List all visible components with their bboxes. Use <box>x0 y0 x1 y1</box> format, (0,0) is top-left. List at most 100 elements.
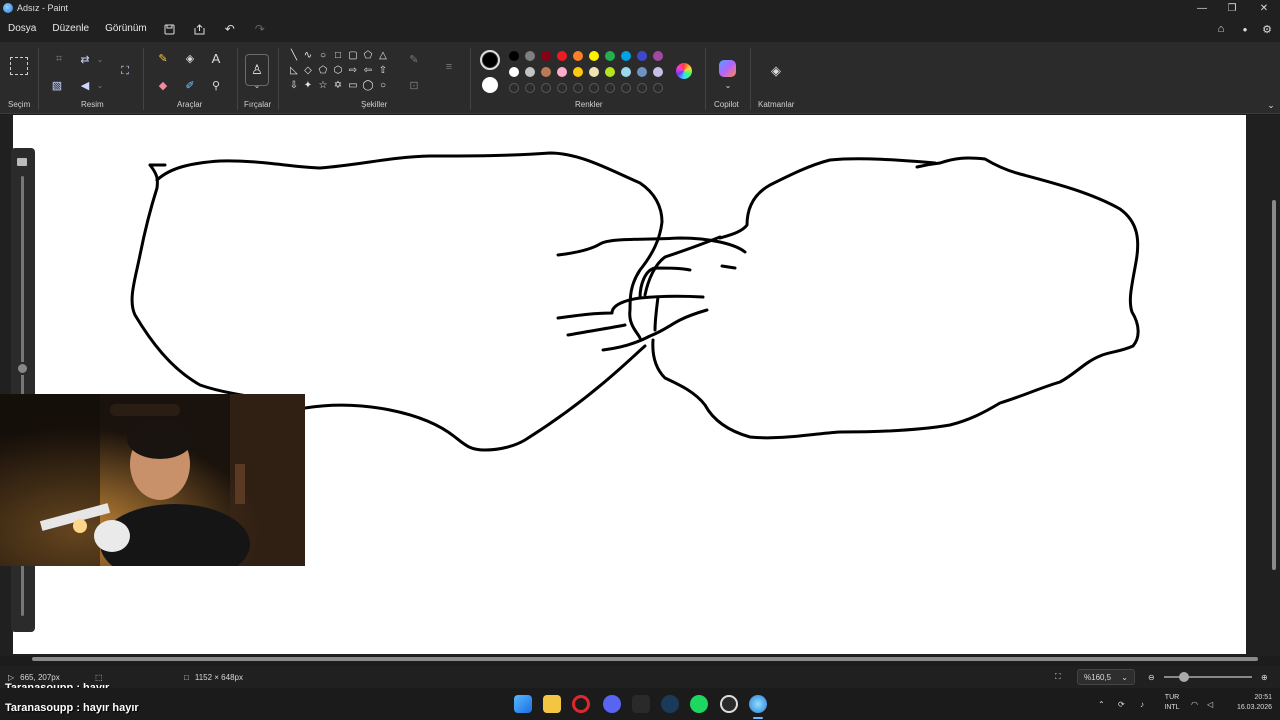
zoom-in-icon[interactable]: ⊕ <box>1261 666 1268 688</box>
chevron-down-icon[interactable]: ⌄ <box>91 50 109 68</box>
color-swatch[interactable] <box>573 67 583 77</box>
color-swatch[interactable] <box>621 67 631 77</box>
color-swatch[interactable] <box>525 51 535 61</box>
save-icon[interactable] <box>155 16 185 42</box>
custom-color-slot[interactable] <box>509 83 519 93</box>
zoom-out-icon[interactable]: ⊖ <box>1148 666 1155 688</box>
four-point-star-shape-icon[interactable]: ✦ <box>302 80 314 92</box>
fit-to-window-icon[interactable]: ⛶ <box>1055 666 1061 688</box>
color-swatch[interactable] <box>525 67 535 77</box>
hexagon-shape-icon[interactable]: ⬡ <box>332 65 344 77</box>
zoom-slider-track[interactable] <box>1164 676 1252 678</box>
down-arrow-shape-icon[interactable]: ⇩ <box>288 80 300 92</box>
six-point-star-shape-icon[interactable]: ✡ <box>332 80 344 92</box>
panel-icon[interactable] <box>17 158 27 166</box>
color-swatch[interactable] <box>589 51 599 61</box>
chevron-down-icon[interactable]: ⌄ <box>719 76 737 94</box>
opera-browser-icon[interactable] <box>572 695 590 713</box>
zoom-slider-thumb[interactable] <box>1179 672 1189 682</box>
eraser-icon[interactable]: ◆ <box>154 76 172 94</box>
edit-colors-icon[interactable] <box>676 63 692 79</box>
custom-color-slot[interactable] <box>621 83 631 93</box>
color-picker-icon[interactable]: ✐ <box>181 76 199 94</box>
copilot-icon[interactable] <box>719 60 736 77</box>
account-icon[interactable]: ● <box>1234 16 1256 42</box>
curve-shape-icon[interactable]: ∿ <box>302 50 314 62</box>
custom-color-slot[interactable] <box>557 83 567 93</box>
custom-color-slot[interactable] <box>653 83 663 93</box>
oval-shape-icon[interactable]: ○ <box>317 50 329 62</box>
steam-icon[interactable] <box>661 695 679 713</box>
triangle-shape-icon[interactable]: △ <box>377 50 389 62</box>
polygon-shape-icon[interactable]: ⬠ <box>362 50 374 62</box>
right-arrow-shape-icon[interactable]: ⇨ <box>347 65 359 77</box>
crop-icon[interactable]: ⌗ <box>50 50 68 68</box>
line-shape-icon[interactable]: ╲ <box>288 50 300 62</box>
color-swatch[interactable] <box>605 51 615 61</box>
five-point-star-shape-icon[interactable]: ☆ <box>317 80 329 92</box>
redo-icon[interactable]: ↷ <box>245 16 275 42</box>
custom-color-slot[interactable] <box>525 83 535 93</box>
pentagon-shape-icon[interactable]: ⬠ <box>317 65 329 77</box>
drawing-canvas[interactable] <box>13 115 1246 654</box>
secondary-color-swatch[interactable] <box>482 77 498 93</box>
custom-color-slot[interactable] <box>605 83 615 93</box>
color-swatch[interactable] <box>637 51 647 61</box>
color-swatch[interactable] <box>653 67 663 77</box>
up-arrow-shape-icon[interactable]: ⇧ <box>377 65 389 77</box>
custom-color-slot[interactable] <box>573 83 583 93</box>
color-swatch[interactable] <box>557 67 567 77</box>
background-removal-icon[interactable]: ▧ <box>48 76 66 94</box>
magnifier-icon[interactable]: ⚲ <box>207 76 225 94</box>
color-swatch[interactable] <box>541 51 551 61</box>
callout-rect-shape-icon[interactable]: ▭ <box>347 80 359 92</box>
undo-icon[interactable]: ↶ <box>215 16 245 42</box>
windows-start-icon[interactable] <box>514 695 532 713</box>
primary-color-button[interactable] <box>480 50 500 70</box>
selection-rectangle-icon[interactable] <box>10 57 28 75</box>
fill-icon[interactable]: ⊡ <box>405 76 423 94</box>
chevron-down-icon[interactable]: ⌄ <box>91 76 109 94</box>
restore-icon[interactable]: ❐ <box>1216 0 1248 16</box>
callout-cloud-shape-icon[interactable]: ○ <box>377 80 389 92</box>
left-arrow-shape-icon[interactable]: ⇦ <box>362 65 374 77</box>
discord-icon[interactable] <box>603 695 621 713</box>
color-swatch[interactable] <box>653 51 663 61</box>
settings-gear-icon[interactable]: ⚙ <box>1256 16 1278 42</box>
custom-color-slot[interactable] <box>637 83 647 93</box>
color-swatch[interactable] <box>541 67 551 77</box>
microphone-icon[interactable]: ♪ <box>1140 688 1144 720</box>
video-editor-icon[interactable] <box>632 695 650 713</box>
tray-overflow-icon[interactable]: ⌃ <box>1098 688 1105 720</box>
color-swatch[interactable] <box>509 67 519 77</box>
color-swatch[interactable] <box>621 51 631 61</box>
pencil-icon[interactable]: ✎ <box>154 49 172 67</box>
color-swatch[interactable] <box>573 51 583 61</box>
callout-oval-shape-icon[interactable]: ◯ <box>362 80 374 92</box>
vertical-scrollbar[interactable] <box>1272 200 1276 570</box>
file-explorer-icon[interactable] <box>543 695 561 713</box>
minimize-icon[interactable]: — <box>1186 0 1218 16</box>
volume-icon[interactable]: ◁ <box>1207 688 1213 720</box>
right-triangle-shape-icon[interactable]: ◺ <box>288 65 300 77</box>
color-swatch[interactable] <box>509 51 519 61</box>
obs-icon[interactable] <box>720 695 738 713</box>
ribbon-collapse-chevron-icon[interactable]: ⌄ <box>1262 96 1280 114</box>
feedback-icon[interactable]: ⌂ <box>1210 16 1232 42</box>
outline-icon[interactable]: ✎ <box>405 50 423 68</box>
menu-file[interactable]: Dosya <box>0 16 44 42</box>
menu-edit[interactable]: Düzenle <box>44 16 97 42</box>
custom-color-slot[interactable] <box>589 83 599 93</box>
image-select-icon[interactable]: ⛶ <box>116 62 134 80</box>
rounded-rectangle-shape-icon[interactable]: ▢ <box>347 50 359 62</box>
vertical-slider-thumb[interactable] <box>16 362 29 375</box>
color-swatch[interactable] <box>605 67 615 77</box>
sync-icon[interactable]: ⟳ <box>1118 688 1125 720</box>
spotify-icon[interactable] <box>690 695 708 713</box>
color-swatch[interactable] <box>637 67 647 77</box>
clock[interactable]: 20:51 16.03.2026 <box>1226 693 1272 713</box>
fill-bucket-icon[interactable]: ◈ <box>181 49 199 67</box>
close-icon[interactable]: ✕ <box>1248 0 1280 16</box>
size-icon[interactable]: ≡ <box>440 58 458 76</box>
zoom-dropdown[interactable]: %160,5 ⌄ <box>1077 669 1135 685</box>
